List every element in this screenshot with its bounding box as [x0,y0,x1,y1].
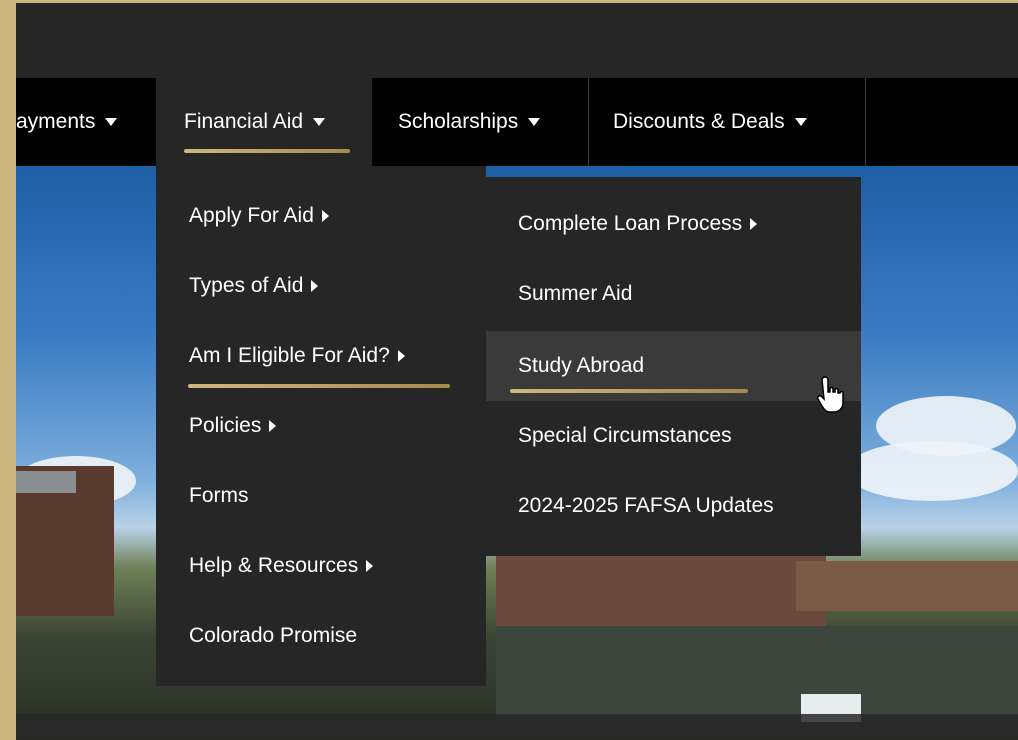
menu-item-apply-for-aid[interactable]: Apply For Aid [156,181,486,251]
campus-building [496,551,826,626]
chevron-right-icon [321,210,329,222]
nav-item-label: Discounts & Deals [613,110,785,133]
nav-item-discounts-deals[interactable]: Discounts & Deals [589,78,865,166]
menu-item-label: Apply For Aid [189,204,314,227]
nav-item-scholarships[interactable]: Scholarships [372,78,588,166]
menu-item-label: 2024-2025 FAFSA Updates [518,494,774,517]
menu-item-label: Special Circumstances [518,424,732,447]
menu-item-forms[interactable]: Forms [156,461,486,531]
menu-item-label: Types of Aid [189,274,304,297]
campus-grounds [496,626,1018,716]
active-menu-underline [188,384,450,388]
menu-item-label: Policies [189,414,262,437]
menu-item-label: Forms [189,484,249,507]
financial-aid-dropdown: Apply For Aid Types of Aid Am I Eligible… [156,166,486,686]
chevron-down-icon [528,118,541,126]
cloud [846,441,1018,501]
menu-item-am-i-eligible[interactable]: Am I Eligible For Aid? [156,321,486,391]
chevron-right-icon [311,280,319,292]
chevron-right-icon [397,350,405,362]
hero-bottom-band [16,714,1018,740]
hover-underline [510,389,748,393]
nav-divider [865,78,866,166]
menu-item-label: Complete Loan Process [518,212,743,235]
submenu-item-fafsa-updates[interactable]: 2024-2025 FAFSA Updates [486,471,861,541]
menu-item-label: Help & Resources [189,554,359,577]
menu-item-label: Am I Eligible For Aid? [189,344,390,367]
nav-item-label: Scholarships [398,110,519,133]
submenu-item-complete-loan-process[interactable]: Complete Loan Process [486,189,861,259]
submenu-item-special-circumstances[interactable]: Special Circumstances [486,401,861,471]
chevron-down-icon [313,118,326,126]
chevron-right-icon [750,218,758,230]
menu-item-label: Summer Aid [518,282,633,305]
campus-building [796,561,1018,611]
chevron-right-icon [269,420,277,432]
menu-item-policies[interactable]: Policies [156,391,486,461]
chevron-down-icon [794,118,807,126]
submenu-item-summer-aid[interactable]: Summer Aid [486,259,861,329]
page-frame: ayments Financial Aid Scholarships Disco… [16,3,1018,740]
main-nav: ayments Financial Aid Scholarships Disco… [16,78,1018,166]
active-nav-underline [184,149,350,153]
hand-pointer-icon [817,376,844,413]
chevron-down-icon [105,118,118,126]
nav-item-label: ayments [16,110,96,133]
top-bar [16,3,1018,78]
menu-item-colorado-promise[interactable]: Colorado Promise [156,601,486,671]
chevron-right-icon [366,560,374,572]
menu-item-types-of-aid[interactable]: Types of Aid [156,251,486,321]
building-roof [16,471,76,493]
nav-item-payments[interactable]: ayments [16,78,156,166]
eligible-submenu: Complete Loan Process Summer Aid Study A… [486,177,861,556]
nav-item-label: Financial Aid [184,110,304,133]
menu-item-help-resources[interactable]: Help & Resources [156,531,486,601]
menu-item-label: Study Abroad [518,354,645,377]
menu-item-label: Colorado Promise [189,624,358,647]
